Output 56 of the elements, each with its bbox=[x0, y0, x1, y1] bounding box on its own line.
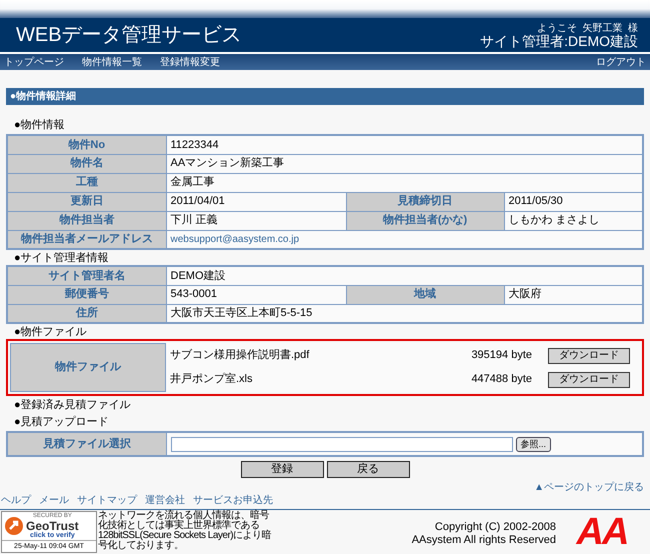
download-button[interactable]: ダウンロード bbox=[548, 372, 630, 388]
seal-brand: GeoTrust bbox=[26, 520, 79, 532]
file-name: サブコン様用操作説明書.pdf bbox=[166, 344, 440, 368]
section-heading: ●物件情報 bbox=[13, 118, 66, 132]
field-value: 543-0001 bbox=[166, 285, 346, 304]
field-label: 地域 bbox=[346, 285, 504, 304]
section-heading: ●サイト管理者情報 bbox=[13, 251, 110, 265]
field-label: 工種 bbox=[7, 173, 166, 192]
field-label: 見積締切日 bbox=[346, 192, 504, 211]
field-label: 物件名 bbox=[7, 154, 166, 173]
logout-link[interactable]: ログアウト bbox=[596, 54, 646, 70]
section-heading: ●物件ファイル bbox=[13, 325, 88, 339]
nav-link[interactable]: トップページ bbox=[4, 54, 64, 70]
nav-link[interactable]: 登録情報変更 bbox=[160, 54, 220, 70]
file-size: 395194 byte bbox=[470, 348, 533, 364]
form-button[interactable]: 登録 bbox=[240, 461, 324, 478]
field-label: 物件担当者メールアドレス bbox=[7, 230, 166, 249]
file-size: 447488 byte bbox=[470, 372, 533, 388]
section-heading: ●登録済み見積ファイル bbox=[13, 398, 132, 412]
field-label: 郵便番号 bbox=[7, 285, 166, 304]
field-value: 下川 正義 bbox=[166, 211, 346, 230]
file-path-field[interactable] bbox=[170, 436, 512, 452]
field-label: 見積ファイル選択 bbox=[7, 432, 166, 456]
field-label: 住所 bbox=[7, 304, 166, 323]
field-value: AAマンション新築工事 bbox=[166, 154, 643, 173]
field-value: 2011/04/01 bbox=[166, 192, 346, 211]
footer-link[interactable]: ヘルプ bbox=[1, 495, 31, 507]
site-title: WEBデータ管理サービス bbox=[16, 23, 242, 48]
welcome-text: ようこそ 矢野工業 様 bbox=[536, 22, 638, 34]
section-title-bar: ●物件情報詳細 bbox=[6, 88, 644, 105]
field-label: 物件担当者 bbox=[7, 211, 166, 230]
field-label: サイト管理者名 bbox=[7, 266, 166, 285]
footer-link[interactable]: メール bbox=[39, 495, 69, 507]
seal-logo-icon bbox=[4, 516, 24, 536]
field-label: 物件ファイル bbox=[10, 344, 166, 392]
section-heading: ●見積アップロード bbox=[13, 415, 110, 429]
field-value: 金属工事 bbox=[166, 173, 643, 192]
copyright-text: Copyright (C) 2002-2008 bbox=[434, 521, 556, 534]
footer-link[interactable]: 運営会社 bbox=[145, 495, 185, 507]
file-name: 井戸ポンプ室.xls bbox=[166, 368, 440, 392]
page-top-link[interactable]: ▲ページのトップに戻る bbox=[534, 480, 644, 495]
company-logo: AA bbox=[574, 511, 628, 553]
field-label: 更新日 bbox=[7, 192, 166, 211]
field-label: 物件担当者(かな) bbox=[346, 211, 504, 230]
admin-name: サイト管理者:DEMO建設 bbox=[480, 35, 638, 48]
field-label: 物件No bbox=[7, 135, 166, 154]
download-button[interactable]: ダウンロード bbox=[548, 348, 630, 364]
footer-link[interactable]: サービスお申込先 bbox=[193, 495, 273, 507]
form-button[interactable]: 戻る bbox=[326, 461, 410, 478]
footer-link[interactable]: サイトマップ bbox=[77, 495, 137, 507]
copyright-text: AAsystem All rights Reserved bbox=[412, 534, 556, 547]
browse-button[interactable]: 参照... bbox=[516, 436, 552, 452]
ssl-notice: ネットワークを流れる個人情報は、暗号化技術としては事実上世界標準である128bitSSL(Secure Sockets Layer)により暗号化しております。 bbox=[98, 511, 272, 551]
email-link[interactable]: websupport@aasystem.co.jp bbox=[170, 234, 300, 245]
field-value: 大阪府 bbox=[504, 285, 643, 304]
nav-link[interactable]: 物件情報一覧 bbox=[82, 54, 142, 70]
